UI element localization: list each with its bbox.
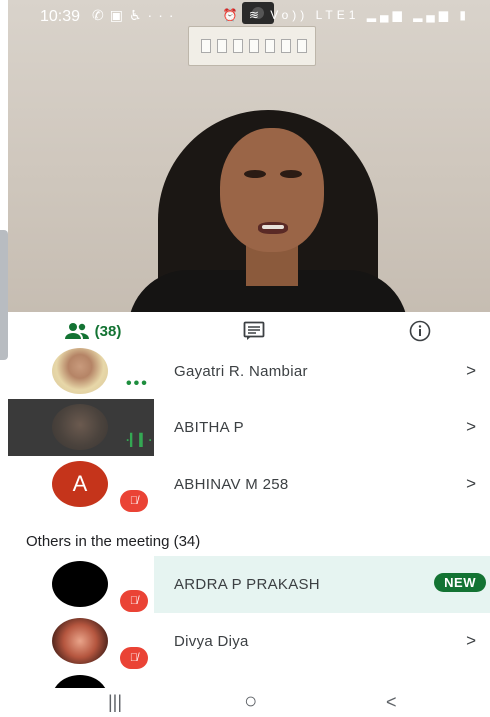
section-title: Others in the meeting (34) xyxy=(26,533,201,550)
avatar xyxy=(52,561,108,607)
battery-icon: ▮ xyxy=(459,8,470,22)
avatar xyxy=(52,348,108,394)
participant-row[interactable]: 🎙̸ ARDRA P PRAKASH NEW xyxy=(8,556,490,613)
chevron-right-icon[interactable]: > xyxy=(466,631,476,651)
participant-video[interactable] xyxy=(8,0,490,312)
speaking-indicator: ••• xyxy=(126,375,149,392)
switchboard xyxy=(188,26,316,66)
people-count: (38) xyxy=(94,322,122,340)
participant-row[interactable] xyxy=(8,670,490,688)
participant-name: Gayatri R. Nambiar xyxy=(174,363,308,380)
more-dots-icon: ··· xyxy=(147,7,180,23)
participant-row[interactable]: ••• Gayatri R. Nambiar > xyxy=(8,343,490,400)
home-button[interactable]: ○ xyxy=(244,688,257,714)
lte-icon: Vo)) LTE1 xyxy=(270,8,360,22)
back-button[interactable]: < xyxy=(386,692,397,713)
people-icon xyxy=(64,323,89,339)
status-time: 10:39 xyxy=(40,8,81,25)
avatar xyxy=(52,404,108,450)
chat-icon xyxy=(243,321,265,340)
participant-name: ABHINAV M 258 xyxy=(174,476,289,493)
participant-row[interactable]: ·▎▍· ABITHA P > xyxy=(8,399,490,456)
new-badge: NEW xyxy=(434,573,486,592)
info-icon xyxy=(409,320,431,342)
system-nav-bar: ||| ○ < xyxy=(0,688,490,717)
mic-off-icon: 🎙̸ xyxy=(120,490,148,512)
wifi-icon: ≋ xyxy=(248,8,263,22)
signal-icon: ▂▄▆ xyxy=(413,8,453,22)
participant-row[interactable]: A 🎙̸ ABHINAV M 258 > xyxy=(8,456,490,513)
chevron-right-icon[interactable]: > xyxy=(466,417,476,437)
notification-icons: ✆▣♿··· xyxy=(92,7,180,24)
edge-panel-handle[interactable] xyxy=(0,230,8,360)
chevron-right-icon[interactable]: > xyxy=(466,474,476,494)
participant-name: ABITHA P xyxy=(174,419,244,436)
accessibility-icon: ♿ xyxy=(128,7,148,23)
alarm-icon: ⏰ xyxy=(222,8,242,22)
mic-off-icon: 🎙̸ xyxy=(120,590,148,612)
audio-wave-icon: ·▎▍· xyxy=(126,433,153,447)
signal-icon: ▂▄▆ xyxy=(366,8,406,22)
mic-off-icon: 🎙̸ xyxy=(120,647,148,669)
system-icons: ⏰ ≋ Vo)) LTE1 ▂▄▆ ▂▄▆ ▮ xyxy=(223,8,470,22)
participant-row[interactable]: 🎙̸ Divya Diya > xyxy=(8,613,490,670)
status-bar: 10:39 ✆▣♿··· ⏰ ≋ Vo)) LTE1 ▂▄▆ ▂▄▆ ▮ xyxy=(0,0,490,32)
participant-name: Divya Diya xyxy=(174,633,249,650)
avatar xyxy=(52,618,108,664)
avatar xyxy=(52,675,108,688)
participant-name: ARDRA P PRAKASH xyxy=(174,576,320,593)
meet-screen: 10:39 ✆▣♿··· ⏰ ≋ Vo)) LTE1 ▂▄▆ ▂▄▆ ▮ (38… xyxy=(0,0,490,717)
chevron-right-icon[interactable]: > xyxy=(466,361,476,381)
recents-button[interactable]: ||| xyxy=(108,692,122,713)
avatar: A xyxy=(52,461,108,507)
whatsapp-icon: ✆ xyxy=(92,7,110,23)
gallery-icon: ▣ xyxy=(109,7,129,23)
